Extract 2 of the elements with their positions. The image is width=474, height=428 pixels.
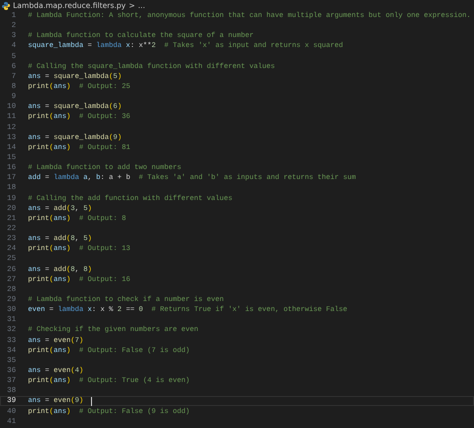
text-cursor [91, 396, 92, 406]
python-file-icon [2, 2, 10, 10]
